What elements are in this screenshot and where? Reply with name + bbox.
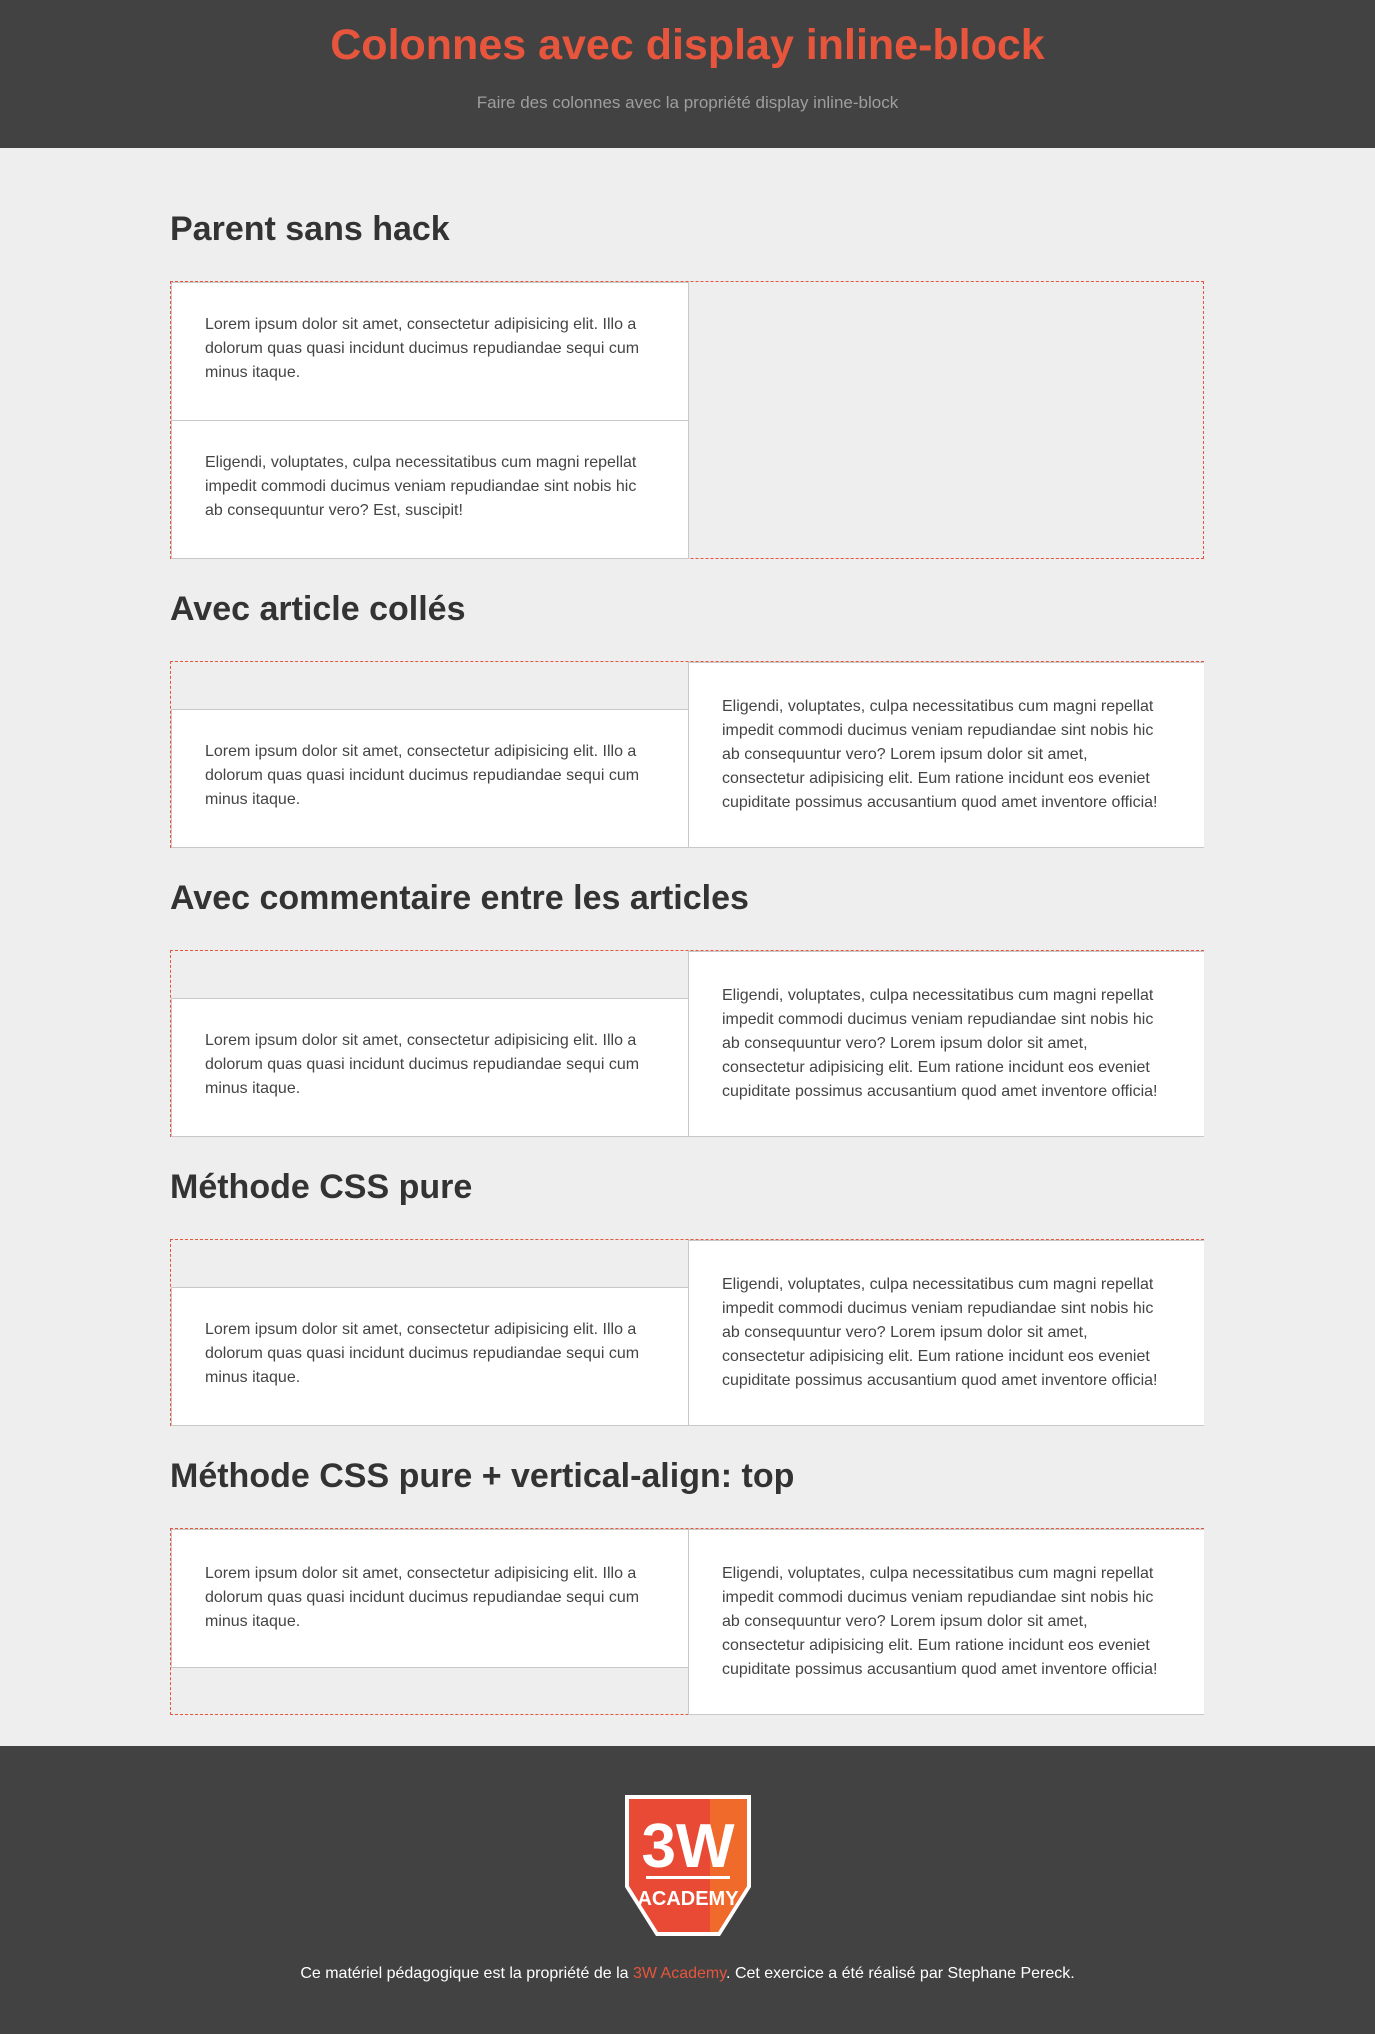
footer-text-after: . Cet exercice a été réalisé par Stephan…	[726, 1965, 1075, 1982]
article-text: Eligendi, voluptates, culpa necessitatib…	[205, 454, 637, 519]
article-card: Lorem ipsum dolor sit amet, consectetur …	[171, 1529, 689, 1668]
article-text: Lorem ipsum dolor sit amet, consectetur …	[205, 743, 640, 808]
demo-container: Lorem ipsum dolor sit amet, consectetur …	[170, 1239, 1204, 1426]
article-text: Eligendi, voluptates, culpa necessitatib…	[722, 698, 1158, 811]
article-card: Lorem ipsum dolor sit amet, consectetur …	[171, 998, 689, 1137]
page-subtitle: Faire des colonnes avec la propriété dis…	[476, 93, 899, 112]
demo-container: Lorem ipsum dolor sit amet, consectetur …	[170, 950, 1204, 1137]
footer-text-before: Ce matériel pédagogique est la propriété…	[300, 1965, 633, 1982]
svg-text:3W: 3W	[642, 1812, 735, 1881]
article-card: Eligendi, voluptates, culpa necessitatib…	[688, 1529, 1204, 1715]
3w-academy-logo: 3W ACADEMY	[625, 1795, 751, 1936]
article-card: Lorem ipsum dolor sit amet, consectetur …	[171, 282, 689, 421]
page-header: Colonnes avec display inline-block Faire…	[0, 0, 1375, 148]
article-card: Eligendi, voluptates, culpa necessitatib…	[171, 420, 689, 559]
article-card: Lorem ipsum dolor sit amet, consectetur …	[171, 709, 689, 848]
brand-link[interactable]: 3W Academy	[633, 1965, 726, 1982]
article-card: Lorem ipsum dolor sit amet, consectetur …	[171, 1287, 689, 1426]
svg-text:ACADEMY: ACADEMY	[637, 1888, 739, 1910]
section-title: Avec commentaire entre les articles	[170, 879, 749, 917]
page-title: Colonnes avec display inline-block	[330, 21, 1045, 69]
section-title: Avec article collés	[170, 590, 466, 628]
section-title: Méthode CSS pure	[170, 1168, 473, 1206]
article-card: Eligendi, voluptates, culpa necessitatib…	[688, 951, 1204, 1137]
article-text: Lorem ipsum dolor sit amet, consectetur …	[205, 316, 640, 381]
section-title: Parent sans hack	[170, 210, 450, 248]
article-text: Eligendi, voluptates, culpa necessitatib…	[722, 987, 1158, 1100]
article-card: Eligendi, voluptates, culpa necessitatib…	[688, 662, 1204, 848]
footer-credits: Ce matériel pédagogique est la propriété…	[0, 1964, 1375, 1984]
article-text: Eligendi, voluptates, culpa necessitatib…	[722, 1276, 1158, 1389]
article-text: Lorem ipsum dolor sit amet, consectetur …	[205, 1032, 640, 1097]
article-text: Eligendi, voluptates, culpa necessitatib…	[722, 1565, 1158, 1678]
article-text: Lorem ipsum dolor sit amet, consectetur …	[205, 1565, 640, 1630]
article-text: Lorem ipsum dolor sit amet, consectetur …	[205, 1321, 640, 1386]
demo-container: Lorem ipsum dolor sit amet, consectetur …	[170, 661, 1204, 848]
article-card: Eligendi, voluptates, culpa necessitatib…	[688, 1240, 1204, 1426]
section-title: Méthode CSS pure + vertical-align: top	[170, 1457, 795, 1495]
demo-container: Lorem ipsum dolor sit amet, consectetur …	[170, 1528, 1204, 1715]
demo-container: Lorem ipsum dolor sit amet, consectetur …	[170, 281, 1204, 559]
page-footer: 3W ACADEMY Ce matériel pédagogique est l…	[0, 1746, 1375, 2034]
